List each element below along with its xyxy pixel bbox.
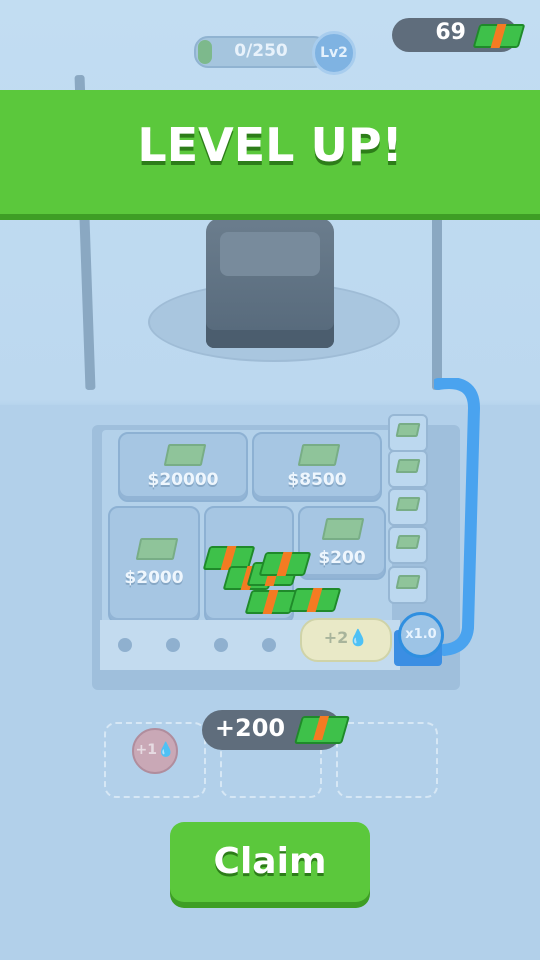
- claim-button[interactable]: Claim: [170, 822, 370, 902]
- cash-icon: [163, 444, 207, 466]
- cash-icon: [395, 497, 421, 511]
- water-bubble[interactable]: +1💧: [132, 728, 178, 774]
- cash-stack-icon: [472, 24, 526, 48]
- cash-stack-icon: [293, 716, 351, 744]
- banner-title: LEVEL UP!: [137, 118, 403, 172]
- pump-label: +2💧: [323, 628, 369, 647]
- pin: [166, 638, 180, 652]
- level-progress-bar: 0/250: [194, 36, 328, 68]
- side-slot: [388, 414, 428, 452]
- slot-20000[interactable]: $20000: [118, 432, 248, 502]
- money-amount: 69: [435, 20, 466, 45]
- slot-label: $200: [318, 548, 366, 568]
- cash-stack-icon: [288, 588, 342, 612]
- cash-stack-icon: [258, 552, 312, 576]
- progress-text: 0/250: [234, 41, 288, 61]
- slot-200[interactable]: $200: [298, 506, 386, 580]
- car: [206, 218, 334, 348]
- cash-icon: [135, 538, 179, 560]
- pin: [262, 638, 276, 652]
- multiplier-badge[interactable]: x1.0: [398, 612, 444, 658]
- slot-label: $8500: [287, 470, 347, 490]
- cash-icon: [395, 535, 421, 549]
- side-slot: [388, 526, 428, 564]
- side-slot: [388, 566, 428, 604]
- cash-icon: [395, 423, 421, 437]
- water-pipe: [434, 378, 481, 656]
- level-up-banner: LEVEL UP!: [0, 90, 540, 214]
- side-slot: [388, 488, 428, 526]
- right-pole: [432, 200, 442, 390]
- empty-slot-3[interactable]: [336, 722, 438, 798]
- pump-upgrade[interactable]: +2💧: [300, 618, 392, 662]
- cash-icon: [395, 459, 421, 473]
- cash-icon: [321, 518, 365, 540]
- cash-icon: [297, 444, 341, 466]
- cash-icon: [395, 575, 421, 589]
- slot-8500[interactable]: $8500: [252, 432, 382, 502]
- pin: [118, 638, 132, 652]
- slot-label: $20000: [147, 470, 219, 490]
- side-slot: [388, 450, 428, 488]
- slot-label: $2000: [124, 568, 184, 588]
- pin: [214, 638, 228, 652]
- reward-amount: +200: [214, 714, 286, 742]
- slot-2000[interactable]: $2000: [108, 506, 200, 624]
- level-badge: Lv2: [312, 31, 356, 75]
